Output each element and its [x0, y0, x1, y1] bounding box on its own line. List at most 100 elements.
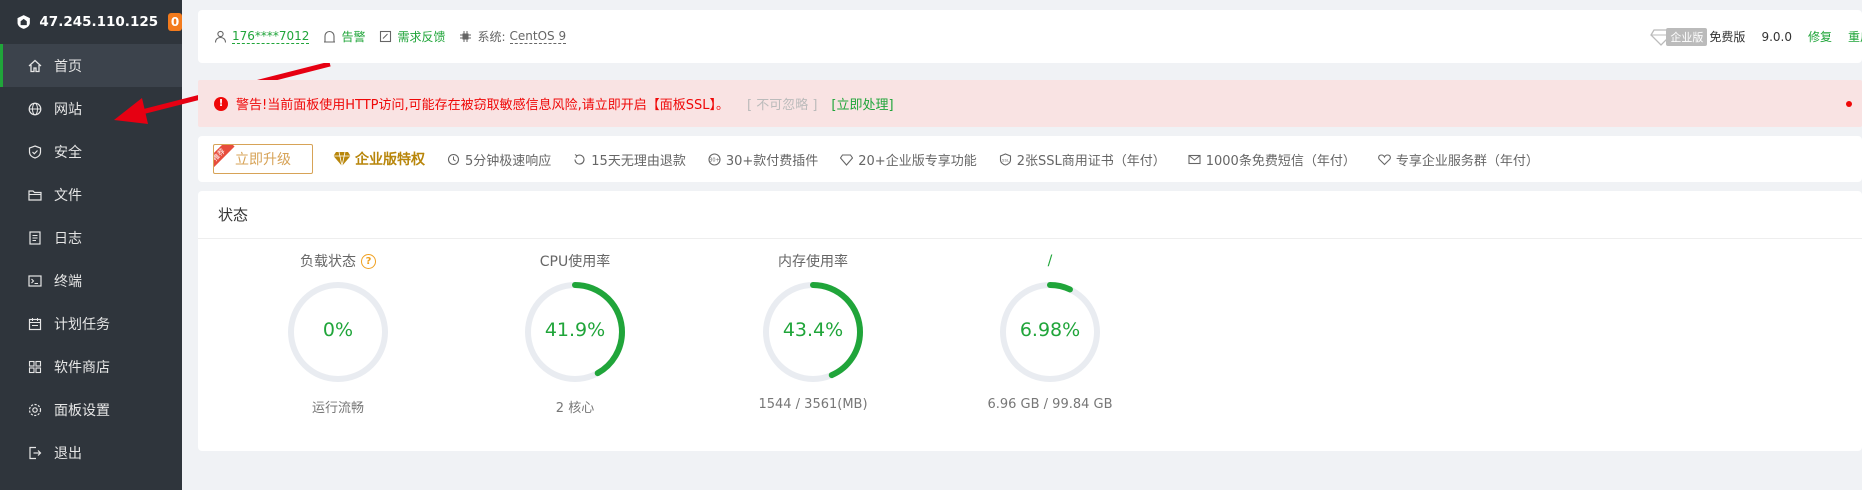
response-icon [447, 153, 460, 165]
sidebar-item-label: 首页 [54, 58, 82, 75]
sidebar-item-home[interactable]: 首页 [0, 44, 182, 87]
gauge-value: 41.9% [544, 319, 606, 341]
sidebar-item-label: 面板设置 [54, 402, 110, 419]
restart-button[interactable]: 重启 [1848, 28, 1862, 45]
sidebar-item-label: 网站 [54, 101, 82, 118]
refund-icon [574, 153, 585, 165]
upgrade-button[interactable]: 推荐 立即升级 [213, 144, 313, 174]
enterprise-promo-bar: 推荐 立即升级 企业版特权 5分钟极速响应 15天无理由退款 30+ 30+款付… [198, 136, 1862, 182]
feature-label: 1000条免费短信（年付） [1205, 153, 1356, 169]
ssl-icon: SSL [999, 152, 1011, 166]
status-panel: 状态 负载状态 ? 0% 运行流畅 CPU使用率 41.9% 2 核心 内存使用… [198, 191, 1862, 451]
sidebar-item-website[interactable]: 网站 [0, 87, 182, 130]
system-label: 系统: [477, 30, 506, 44]
http-warning-alert: ! 警告!当前面板使用HTTP访问,可能存在被窃取敏感信息风险,请立即开启【面板… [198, 80, 1862, 127]
promo-title-label: 企业版特权 [355, 152, 425, 168]
feedback-icon [380, 30, 392, 43]
gauge-cpu[interactable]: CPU使用率 41.9% 2 核心 [500, 251, 650, 416]
sidebar-item-label: 终端 [54, 273, 82, 290]
feature-ssl: SSL 2张SSL商用证书（年付） [999, 150, 1166, 169]
status-title: 状态 [198, 191, 1862, 239]
gauge-value: 43.4% [782, 319, 844, 341]
user-phone[interactable]: 176****7012 [232, 29, 310, 44]
sidebar-item-label: 计划任务 [54, 316, 110, 333]
feature-label: 30+款付费插件 [725, 153, 819, 169]
sidebar-item-settings[interactable]: 面板设置 [0, 388, 182, 431]
feature-exclusive: 20+企业版专享功能 [840, 150, 977, 169]
sidebar-item-label: 退出 [54, 445, 82, 462]
sidebar-item-logs[interactable]: 日志 [0, 216, 182, 259]
sidebar-item-label: 安全 [54, 144, 82, 161]
sidebar-item-files[interactable]: 文件 [0, 173, 182, 216]
gauge-disk[interactable]: / 6.98% 6.96 GB / 99.84 GB [975, 251, 1125, 412]
notification-badge[interactable]: 0 [168, 13, 182, 31]
logout-icon [28, 446, 42, 460]
alert-message: 警告!当前面板使用HTTP访问,可能存在被窃取敏感信息风险,请立即开启【面板SS… [236, 98, 729, 113]
gauge-memory[interactable]: 内存使用率 43.4% 1544 / 3561(MB) [738, 251, 888, 412]
feedback-label[interactable]: 需求反馈 [397, 28, 445, 45]
sidebar-item-label: 文件 [54, 187, 82, 204]
sidebar-nav: 首页 网站 安全 文件 日志 终端 计划任务 软件商店 面板设置 退出 [0, 44, 182, 474]
heart-icon [1377, 153, 1391, 165]
calendar-icon [28, 317, 42, 331]
feature-label: 5分钟极速响应 [465, 153, 552, 169]
repair-button[interactable]: 修复 [1808, 28, 1832, 45]
warning-icon: ! [214, 96, 228, 111]
user-account[interactable]: 176****7012 [214, 29, 310, 44]
feature-label: 15天无理由退款 [591, 153, 686, 169]
top-info-bar: 176****7012 告警 需求反馈 系统: CentOS 9 企业版 免费版… [198, 10, 1862, 63]
mail-icon [1188, 154, 1201, 164]
gauge-value: 0% [322, 319, 354, 341]
gauge-value: 6.98% [1019, 319, 1081, 341]
gauge-label: 内存使用率 [778, 254, 848, 270]
alert-ignore: [ 不可忽略 ] [747, 98, 818, 113]
user-icon [214, 30, 227, 43]
gauge-label: / [1047, 253, 1053, 269]
system-value: CentOS 9 [509, 29, 567, 44]
version-label: 9.0.0 [1761, 29, 1792, 44]
edition-label: 免费版 [1709, 30, 1746, 44]
gauge-label-row: 负载状态 ? [263, 251, 413, 271]
feedback-link[interactable]: 需求反馈 [379, 28, 445, 45]
log-icon [28, 230, 42, 245]
feature-plugins: 30+ 30+款付费插件 [708, 150, 818, 169]
sidebar-item-label: 日志 [54, 230, 82, 247]
terminal-icon [28, 274, 42, 288]
gauge-label: 负载状态 [300, 254, 356, 270]
recommend-ribbon: 推荐 [214, 145, 235, 171]
alert-dot [1846, 100, 1852, 107]
feature-label: 2张SSL商用证书（年付） [1016, 153, 1166, 169]
alarm-label[interactable]: 告警 [341, 28, 365, 45]
chip-icon [460, 31, 472, 42]
sidebar-item-store[interactable]: 软件商店 [0, 345, 182, 388]
sidebar-item-security[interactable]: 安全 [0, 130, 182, 173]
sidebar-item-terminal[interactable]: 终端 [0, 259, 182, 302]
settings-icon [28, 403, 42, 417]
feature-sms: 1000条免费短信（年付） [1188, 150, 1356, 169]
globe-icon [28, 102, 42, 116]
gauge-sub: 运行流畅 [311, 401, 364, 416]
feature-label: 20+企业版专享功能 [858, 153, 977, 169]
gauge-load[interactable]: 负载状态 ? 0% 运行流畅 [263, 251, 413, 416]
home-icon [28, 59, 42, 73]
feature-service-group: 专享企业服务群（年付） [1377, 150, 1539, 169]
gauge-sub: 2 核心 [555, 401, 595, 416]
alert-action-link[interactable]: [立即处理] [831, 94, 893, 113]
enterprise-tag[interactable]: 企业版 [1666, 27, 1708, 46]
feature-fast-response: 5分钟极速响应 [447, 150, 551, 169]
gauge-sub: 1544 / 3561(MB) [758, 397, 868, 412]
alarm-link[interactable]: 告警 [323, 28, 365, 45]
gauge-label: CPU使用率 [539, 254, 611, 270]
panel-logo-icon [17, 15, 30, 29]
sidebar-item-logout[interactable]: 退出 [0, 431, 182, 474]
apps-icon [28, 360, 42, 374]
plugin-icon: 30+ [708, 152, 721, 166]
sidebar: 47.245.110.125 0 首页 网站 安全 文件 日志 终端 计划任务 … [0, 0, 182, 490]
help-icon[interactable]: ? [361, 253, 376, 269]
sidebar-item-cron[interactable]: 计划任务 [0, 302, 182, 345]
promo-title[interactable]: 企业版特权 [333, 149, 425, 169]
edition-info: 企业版 免费版 9.0.0 修复 重启 [1650, 27, 1862, 46]
svg-text:SSL: SSL [1002, 157, 1010, 162]
gauge-sub: 6.96 GB / 99.84 GB [987, 397, 1113, 412]
svg-text:30+: 30+ [709, 157, 720, 163]
